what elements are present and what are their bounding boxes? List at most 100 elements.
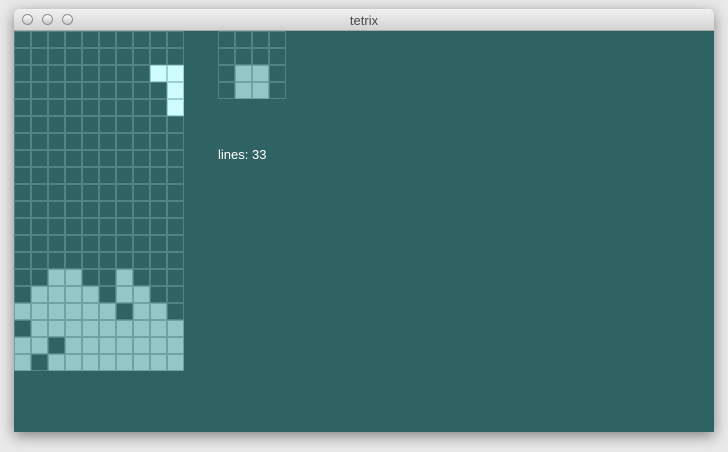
board-cell (116, 184, 133, 201)
board-cell (65, 184, 82, 201)
board-cell (99, 116, 116, 133)
board-cell (167, 150, 184, 167)
locked-block-cell (150, 354, 167, 371)
board-cell (150, 184, 167, 201)
board-cell (82, 218, 99, 235)
board-cell (133, 99, 150, 116)
locked-block-cell (14, 354, 31, 371)
board-cell (133, 167, 150, 184)
board-cell (133, 235, 150, 252)
board-cell (150, 201, 167, 218)
locked-block-cell (133, 354, 150, 371)
board-cell (99, 133, 116, 150)
board-cell (82, 184, 99, 201)
locked-block-cell (82, 286, 99, 303)
next-piece-cell (235, 65, 252, 82)
board-cell (48, 116, 65, 133)
board-cell (167, 116, 184, 133)
board-cell (48, 235, 65, 252)
locked-block-cell (150, 337, 167, 354)
board-cell (65, 133, 82, 150)
locked-block-cell (31, 286, 48, 303)
board-cell (65, 48, 82, 65)
locked-block-cell (65, 286, 82, 303)
preview-cell (235, 31, 252, 48)
board-cell (14, 252, 31, 269)
locked-block-cell (116, 337, 133, 354)
locked-block-cell (116, 286, 133, 303)
locked-block-cell (99, 354, 116, 371)
board-cell (14, 99, 31, 116)
game-area[interactable]: lines: 33 (14, 31, 714, 432)
game-board[interactable] (14, 31, 184, 371)
board-cell (31, 167, 48, 184)
locked-block-cell (65, 269, 82, 286)
locked-block-cell (167, 354, 184, 371)
board-cell (48, 31, 65, 48)
board-cell (116, 65, 133, 82)
board-cell (65, 252, 82, 269)
board-cell (48, 201, 65, 218)
falling-piece-cell (167, 65, 184, 82)
board-cell (133, 82, 150, 99)
board-cell (65, 150, 82, 167)
locked-block-cell (48, 303, 65, 320)
board-cell (65, 116, 82, 133)
board-cell (82, 201, 99, 218)
board-cell (116, 235, 133, 252)
locked-block-cell (133, 337, 150, 354)
board-cell (82, 150, 99, 167)
board-cell (99, 99, 116, 116)
board-cell (167, 133, 184, 150)
board-cell (31, 201, 48, 218)
board-cell (82, 235, 99, 252)
board-cell (14, 320, 31, 337)
board-cell (133, 184, 150, 201)
board-cell (99, 150, 116, 167)
locked-block-cell (167, 320, 184, 337)
board-cell (14, 65, 31, 82)
next-piece-preview (218, 31, 286, 99)
locked-block-cell (31, 303, 48, 320)
board-cell (82, 133, 99, 150)
board-cell (31, 65, 48, 82)
board-cell (48, 99, 65, 116)
title-bar: tetrix (14, 9, 714, 31)
board-cell (133, 252, 150, 269)
locked-block-cell (65, 337, 82, 354)
board-cell (133, 269, 150, 286)
board-cell (150, 286, 167, 303)
preview-cell (218, 82, 235, 99)
board-cell (31, 235, 48, 252)
board-cell (48, 65, 65, 82)
board-cell (65, 65, 82, 82)
board-cell (150, 99, 167, 116)
board-cell (65, 82, 82, 99)
board-cell (167, 269, 184, 286)
locked-block-cell (48, 320, 65, 337)
board-cell (31, 252, 48, 269)
board-cell (14, 235, 31, 252)
board-cell (116, 218, 133, 235)
window-title: tetrix (349, 13, 379, 28)
board-cell (31, 269, 48, 286)
board-cell (116, 201, 133, 218)
preview-cell (218, 31, 235, 48)
locked-block-cell (133, 320, 150, 337)
board-cell (14, 269, 31, 286)
lines-label: lines: (218, 147, 249, 162)
locked-block-cell (82, 337, 99, 354)
locked-block-cell (14, 337, 31, 354)
board-cell (14, 150, 31, 167)
board-cell (65, 99, 82, 116)
board-cell (150, 235, 167, 252)
board-cell (82, 82, 99, 99)
board-cell (14, 201, 31, 218)
board-cell (31, 116, 48, 133)
locked-block-cell (167, 337, 184, 354)
board-cell (167, 235, 184, 252)
board-cell (116, 82, 133, 99)
locked-block-cell (48, 286, 65, 303)
board-cell (133, 65, 150, 82)
locked-block-cell (99, 337, 116, 354)
